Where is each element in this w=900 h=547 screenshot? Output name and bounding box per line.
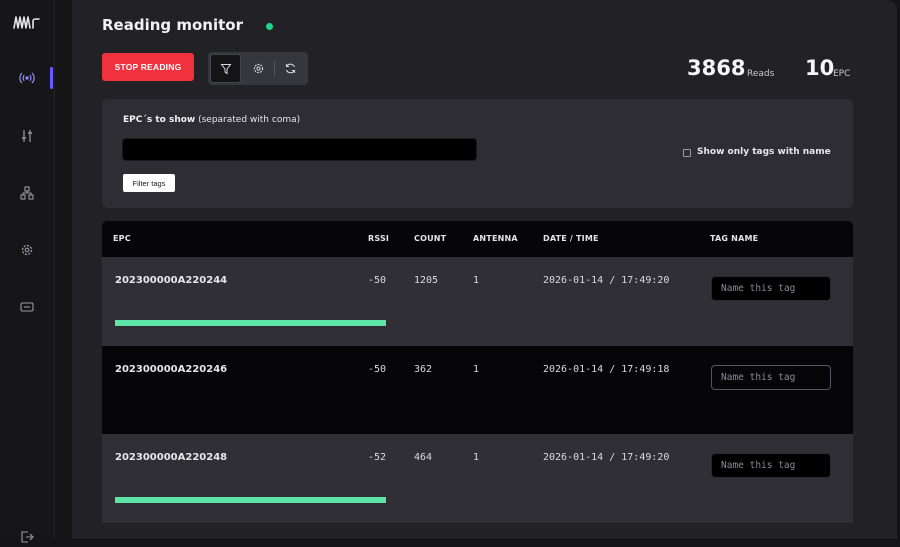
tag-name-input[interactable] [711, 276, 831, 301]
column-header-tag-name: TAG NAME [710, 234, 759, 243]
filter-tool-button[interactable] [210, 54, 241, 83]
cell-antenna: 1 [473, 364, 480, 375]
epc-filter-label: EPC´s to show (separated with coma) [123, 115, 300, 125]
filter-icon [219, 63, 232, 74]
sidebar [0, 0, 55, 543]
column-header-count: COUNT [414, 234, 447, 243]
epc-filter-hint: (separated with coma) [195, 115, 301, 125]
settings-icon [21, 244, 33, 256]
epc-filter-input[interactable] [122, 138, 477, 161]
sidebar-item-device[interactable] [17, 297, 37, 317]
cell-antenna: 1 [473, 275, 480, 286]
sliders-icon [22, 130, 32, 142]
table-row[interactable]: 202300000A220244 -50 1205 1 2026-01-14 /… [102, 257, 853, 346]
show-named-label[interactable]: Show only tags with name [697, 147, 831, 157]
logout-icon [21, 531, 34, 543]
epc-filter-label-bold: EPC´s to show [123, 115, 196, 125]
table-row[interactable]: 202300000A220248 -52 464 1 2026-01-14 / … [102, 434, 853, 523]
column-header-antenna: ANTENNA [473, 234, 518, 243]
status-indicator [266, 23, 273, 30]
cell-epc: 202300000A220248 [115, 452, 228, 463]
table-header: EPC RSSI COUNT ANTENNA DATE / TIME TAG N… [102, 221, 853, 257]
sidebar-item-network[interactable] [17, 183, 37, 203]
cell-datetime: 2026-01-14 / 17:49:18 [543, 364, 670, 375]
reads-label: Reads [747, 69, 775, 79]
app-logo [13, 16, 40, 29]
toolbar [208, 52, 308, 85]
gear-icon [253, 63, 264, 74]
sidebar-item-settings[interactable] [17, 240, 37, 260]
sidebar-item-settings-sliders[interactable] [17, 126, 37, 146]
page-title: Reading monitor [102, 16, 243, 34]
network-icon [20, 186, 34, 200]
filter-tags-button[interactable]: Filter tags [123, 174, 175, 192]
tag-name-input[interactable] [711, 453, 831, 478]
refresh-icon [285, 63, 296, 74]
cell-antenna: 1 [473, 452, 480, 463]
tags-table: EPC RSSI COUNT ANTENNA DATE / TIME TAG N… [102, 221, 853, 523]
epc-count: 10 [805, 56, 835, 80]
signal-bar [115, 497, 386, 503]
antenna-icon [19, 72, 35, 84]
cell-rssi: -50 [368, 364, 387, 375]
reads-count: 3868 [687, 56, 746, 80]
cell-count: 362 [414, 364, 433, 375]
cell-count: 1205 [414, 275, 439, 286]
sidebar-active-indicator [50, 67, 53, 89]
table-row[interactable]: 202300000A220246 -50 362 1 2026-01-14 / … [102, 346, 853, 435]
cell-rssi: -50 [368, 275, 387, 286]
stop-reading-button[interactable]: STOP READING [102, 53, 194, 81]
cell-epc: 202300000A220244 [115, 275, 228, 286]
column-header-rssi: RSSI [368, 234, 390, 243]
refresh-tool-button[interactable] [275, 54, 306, 83]
cell-datetime: 2026-01-14 / 17:49:20 [543, 275, 670, 286]
column-header-epc: EPC [113, 234, 131, 243]
cell-datetime: 2026-01-14 / 17:49:20 [543, 452, 670, 463]
tag-name-input[interactable] [711, 365, 831, 390]
cell-rssi: -52 [368, 452, 387, 463]
device-icon [20, 302, 34, 312]
settings-tool-button[interactable] [243, 54, 274, 83]
sidebar-item-logout[interactable] [17, 527, 37, 547]
epc-label: EPC [833, 69, 851, 79]
column-header-datetime: DATE / TIME [543, 234, 599, 243]
cell-epc: 202300000A220246 [115, 364, 228, 375]
signal-bar [115, 320, 386, 326]
cell-count: 464 [414, 452, 433, 463]
show-named-checkbox[interactable] [683, 149, 691, 157]
sidebar-item-reader[interactable] [17, 68, 37, 88]
